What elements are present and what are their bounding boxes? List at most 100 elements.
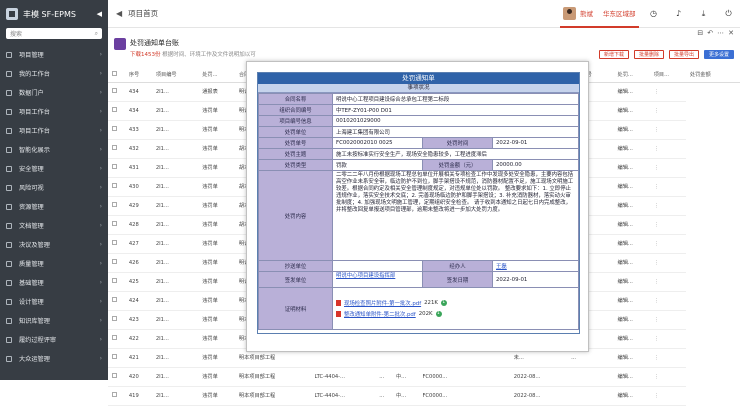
download-icon[interactable]: ↓	[435, 311, 442, 317]
download-icon[interactable]: ⤓	[698, 8, 709, 19]
row-checkbox[interactable]	[112, 88, 117, 93]
menu-icon	[6, 203, 12, 210]
column-header[interactable]: 项目编号	[151, 68, 199, 83]
row-checkbox[interactable]	[112, 259, 117, 264]
row-checkbox[interactable]	[112, 107, 117, 112]
column-header[interactable]: 处罚金额	[685, 68, 733, 83]
row-more-icon[interactable]: ⋮	[654, 298, 659, 304]
row-checkbox[interactable]	[112, 164, 117, 169]
column-header[interactable]	[732, 68, 740, 83]
sidebar-item[interactable]: 项目工作台 ›	[0, 121, 108, 140]
sidebar-item[interactable]: 知识库管理 ›	[0, 311, 108, 330]
chevron-right-icon: ›	[99, 298, 102, 305]
row-checkbox[interactable]	[112, 297, 117, 302]
row-checkbox[interactable]	[112, 392, 117, 397]
row-checkbox[interactable]	[112, 126, 117, 131]
sidebar-item[interactable]: 文档管理 ›	[0, 216, 108, 235]
batch-export-button[interactable]: 批量导出	[668, 50, 699, 59]
table-cell	[567, 367, 614, 387]
row-more-icon[interactable]: ⋮	[654, 241, 659, 247]
row-more-icon[interactable]: ⋮	[654, 184, 659, 190]
row-more-icon[interactable]: ⋮	[654, 279, 659, 285]
attachment-1-link[interactable]: 现场检查照片附件-第一批次.pdf	[344, 299, 421, 307]
menu-icon	[6, 70, 12, 77]
row-checkbox[interactable]	[112, 221, 117, 226]
table-cell: 违罚单	[198, 291, 235, 311]
sidebar-item[interactable]: 质量管理 ›	[0, 254, 108, 273]
table-cell: 428	[124, 215, 152, 235]
row-more-icon[interactable]: ⋮	[654, 374, 659, 380]
search-icon[interactable]: ⌕	[95, 30, 98, 38]
sidebar-search-input[interactable]: 搜索 ⌕	[6, 28, 102, 39]
value-content: 二零二二年八月份根据现场工程总包单位开展相关专项检查工作中发现多处安全隐患，主要…	[332, 170, 579, 261]
table-row[interactable]: 420 2I1... 违罚单 明本项目部工程 LTC-4404-...... 中... FC…	[108, 367, 740, 387]
user-menu[interactable]: 熊斌 华东区域部	[560, 0, 639, 28]
row-more-icon[interactable]: ⋮	[654, 336, 659, 342]
table-row[interactable]: 419 2I1... 违罚单 明本项目部工程 LTC-4404-...... 中... FC…	[108, 386, 740, 406]
sidebar-item[interactable]: 项目管理 ›	[0, 45, 108, 64]
column-header[interactable]: 处罚...	[198, 68, 235, 83]
row-more-icon[interactable]: ⋮	[654, 393, 659, 399]
sidebar-item[interactable]: 安全管理 ›	[0, 159, 108, 178]
row-more-icon[interactable]: ⋮	[654, 108, 659, 114]
sidebar-item[interactable]: 数据门户 ›	[0, 83, 108, 102]
more-settings-button[interactable]: 更多设置	[703, 50, 734, 59]
close-icon[interactable]: ✕	[728, 29, 734, 37]
clock-icon[interactable]: ◷	[648, 8, 659, 19]
row-checkbox[interactable]	[112, 145, 117, 150]
column-header[interactable]: 序号	[124, 68, 152, 83]
row-checkbox-cell	[108, 234, 125, 254]
row-more-icon[interactable]: ⋮	[654, 146, 659, 152]
table-cell: 编辑...	[613, 253, 650, 273]
approver-link[interactable]: 明说中心项目建设指挥部	[336, 273, 395, 279]
creator-link[interactable]: 王磊	[496, 264, 507, 270]
attachment-2-link[interactable]: 整改通知单附件-第二批次.pdf	[344, 310, 416, 318]
reset-icon[interactable]: ↶	[707, 29, 713, 37]
row-checkbox[interactable]	[112, 278, 117, 283]
back-icon[interactable]: ◀	[116, 9, 122, 18]
row-more-icon[interactable]: ⋮	[654, 203, 659, 209]
sidebar-item[interactable]: 我的工作台 ›	[0, 64, 108, 83]
row-checkbox[interactable]	[112, 240, 117, 245]
row-checkbox[interactable]	[112, 316, 117, 321]
bell-icon[interactable]: ♪	[673, 8, 684, 19]
sidebar-item[interactable]: 决议及管理 ›	[0, 235, 108, 254]
new-download-button[interactable]: 新增下载	[598, 50, 629, 59]
more-icon[interactable]: ⋯	[717, 29, 724, 37]
logout-icon[interactable]: ⏻	[723, 8, 734, 19]
select-all-checkbox[interactable]	[112, 71, 117, 77]
row-more-icon[interactable]: ⋮	[654, 127, 659, 133]
collapse-sidebar-icon[interactable]: ◀	[97, 10, 102, 18]
column-header[interactable]: 处罚...	[613, 68, 650, 83]
sidebar-item[interactable]: 风险可视 ›	[0, 178, 108, 197]
sidebar-item[interactable]: 项目工作台 ›	[0, 102, 108, 121]
notice-heading: 处罚通知单	[258, 73, 579, 84]
row-checkbox[interactable]	[112, 373, 117, 378]
row-more-icon[interactable]: ⋮	[654, 260, 659, 266]
download-icon[interactable]: ↓	[440, 300, 447, 306]
column-header[interactable]	[108, 68, 125, 83]
sidebar-item[interactable]: 履约过程评审 ›	[0, 330, 108, 349]
label-title: 处罚主题	[258, 148, 333, 160]
sidebar-item[interactable]: 设计管理 ›	[0, 292, 108, 311]
filter-icon[interactable]: ⊟	[697, 29, 703, 37]
sidebar-item[interactable]: 大众运管理 ›	[0, 349, 108, 368]
row-more-icon[interactable]: ⋮	[654, 355, 659, 361]
row-checkbox[interactable]	[112, 335, 117, 340]
table-cell: 432	[124, 139, 152, 159]
row-more-icon[interactable]: ⋮	[654, 222, 659, 228]
sidebar-item[interactable]: 资源管理 ›	[0, 197, 108, 216]
table-cell: 2I1...	[151, 82, 199, 102]
row-checkbox[interactable]	[112, 183, 117, 188]
row-more-icon[interactable]: ⋮	[654, 165, 659, 171]
sidebar-item[interactable]: 智能化展示 ›	[0, 140, 108, 159]
label-senddate: 签发日期	[422, 271, 493, 288]
row-checkbox[interactable]	[112, 354, 117, 359]
row-more-icon[interactable]: ⋮	[654, 89, 659, 95]
row-checkbox[interactable]	[112, 202, 117, 207]
batch-delete-button[interactable]: 批量删除	[633, 50, 664, 59]
column-header[interactable]: 项目...	[649, 68, 686, 83]
form-row-noticeno: 处罚单号 FC0020002010 0025 处罚时间 2022-09-01	[258, 137, 579, 149]
row-more-icon[interactable]: ⋮	[654, 317, 659, 323]
sidebar-item[interactable]: 基础管理 ›	[0, 273, 108, 292]
